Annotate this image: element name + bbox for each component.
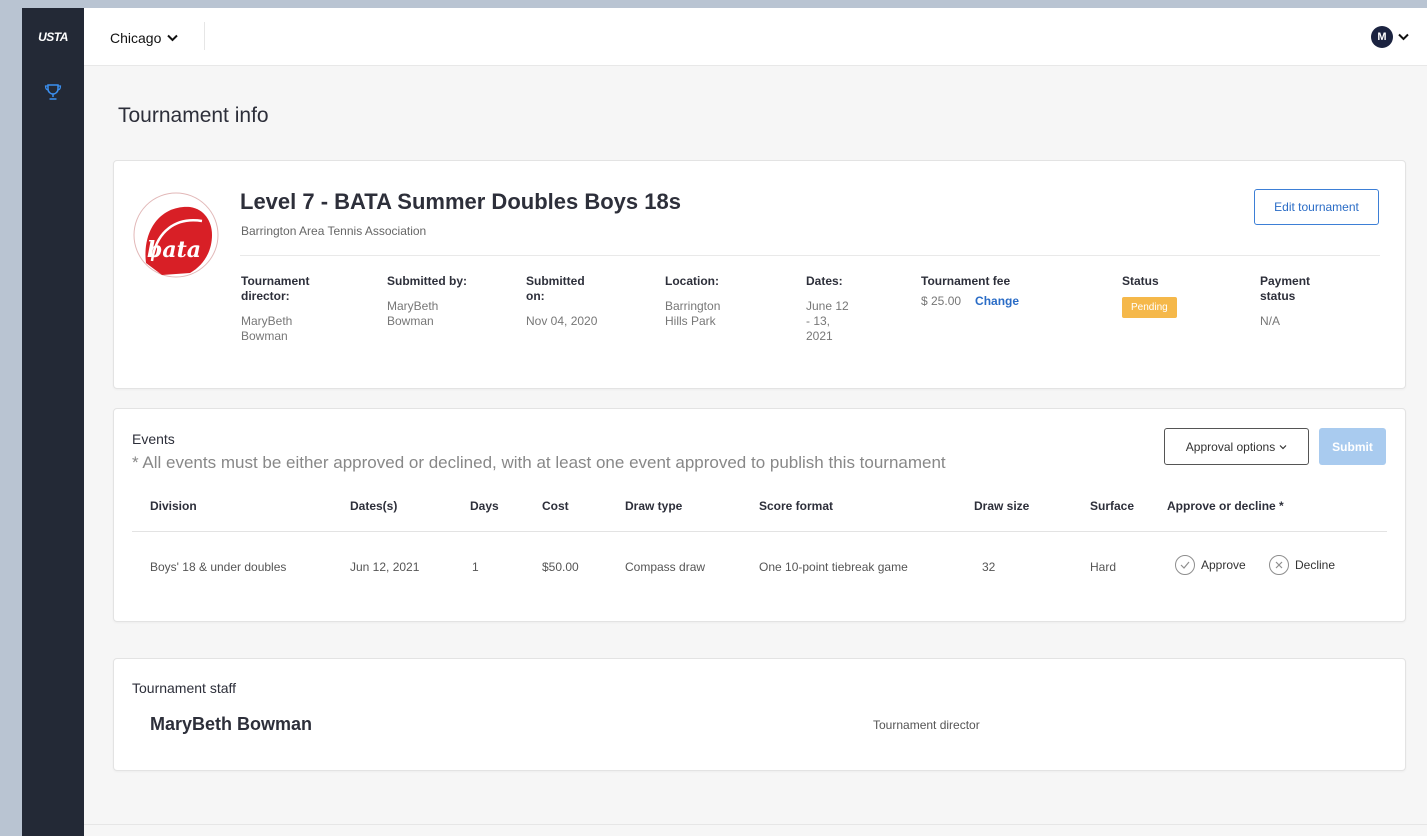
user-menu[interactable]: M <box>1371 26 1409 48</box>
approval-options-label: Approval options <box>1185 439 1276 454</box>
column-header: Days <box>470 499 499 513</box>
meta-value: MaryBeth Bowman <box>387 299 439 328</box>
division-cell: Boys' 18 & under doubles <box>150 560 287 574</box>
status-badge: Pending <box>1122 297 1177 318</box>
approval-options-button[interactable]: Approval options <box>1164 428 1309 465</box>
bata-logo-text: bata <box>147 237 201 263</box>
staff-title: Tournament staff <box>132 680 237 696</box>
cost-cell: $50.00 <box>542 560 579 574</box>
meta-label: Dates: <box>806 274 843 288</box>
meta-label: Submitted by: <box>387 274 467 288</box>
draw-size-cell: 32 <box>982 560 996 574</box>
chevron-down-icon <box>1279 444 1287 449</box>
chevron-down-icon <box>1398 33 1409 41</box>
usta-logo[interactable]: USTA <box>33 30 73 44</box>
events-card: Events * All events must be either appro… <box>113 408 1406 622</box>
tournament-staff-card: Tournament staff MaryBeth Bowman Tournam… <box>113 658 1406 771</box>
surface-cell: Hard <box>1090 560 1117 574</box>
fee-value: $ 25.00 <box>921 294 962 308</box>
bata-logo: bata <box>133 192 219 278</box>
meta-fee: Tournament fee $ 25.00 Change <box>921 274 1081 309</box>
days-cell: 1 <box>472 560 479 574</box>
approve-button[interactable]: Approve <box>1175 555 1246 575</box>
meta-value: Barrington Hills Park <box>665 299 721 328</box>
meta-value: Nov 04, 2020 <box>526 314 598 328</box>
column-header: Approve or decline * <box>1167 499 1284 513</box>
dates-cell: Jun 12, 2021 <box>350 560 420 574</box>
column-header: Cost <box>542 499 569 513</box>
meta-submitted-by: Submitted by: MaryBeth Bowman <box>387 274 467 329</box>
check-icon <box>1175 555 1195 575</box>
score-format-cell: One 10-point tiebreak game <box>759 560 908 574</box>
events-title: Events <box>132 431 175 447</box>
meta-label: Tournament fee <box>921 274 1011 288</box>
column-header: Surface <box>1090 499 1135 513</box>
sidebar: USTA <box>22 8 84 836</box>
table-header: Division Dates(s) Days Cost Draw type Sc… <box>114 499 1405 519</box>
events-note: * All events must be either approved or … <box>132 453 946 472</box>
meta-status: Status Pending <box>1122 274 1202 318</box>
tournament-organization: Barrington Area Tennis Association <box>241 224 427 238</box>
meta-value: MaryBeth Bowman <box>241 314 293 343</box>
top-bar: Chicago M <box>84 8 1427 66</box>
divider <box>84 824 1427 825</box>
close-icon <box>1269 555 1289 575</box>
meta-payment: Payment status N/A <box>1260 274 1340 329</box>
tournament-info-card: bata Level 7 - BATA Summer Doubles Boys … <box>113 160 1406 389</box>
draw-type-cell: Compass draw <box>625 560 706 574</box>
meta-label: Location: <box>665 274 719 288</box>
approve-label: Approve <box>1201 558 1246 572</box>
column-header: Draw size <box>974 499 1030 513</box>
city-label: Chicago <box>110 30 162 46</box>
divider <box>240 255 1380 256</box>
meta-label: Status <box>1122 274 1159 288</box>
divider <box>132 531 1387 532</box>
meta-dates: Dates: June 12 - 13, 2021 <box>806 274 850 344</box>
meta-submitted-on: Submitted on: Nov 04, 2020 <box>526 274 606 329</box>
trophy-icon[interactable] <box>43 82 63 102</box>
column-header: Score format <box>759 499 834 513</box>
column-header: Division <box>150 499 197 513</box>
city-selector[interactable]: Chicago <box>110 28 179 48</box>
edit-tournament-button[interactable]: Edit tournament <box>1254 189 1379 225</box>
decline-label: Decline <box>1295 558 1336 572</box>
meta-label: Payment status <box>1260 274 1311 303</box>
decline-button[interactable]: Decline <box>1269 555 1335 575</box>
meta-value: $ 25.00 Change <box>921 294 1081 309</box>
meta-location: Location: Barrington Hills Park <box>665 274 745 329</box>
meta-label: Tournament director: <box>241 274 310 303</box>
app-frame: USTA Chicago M Tournament info bata Leve… <box>22 8 1427 836</box>
avatar: M <box>1371 26 1393 48</box>
page-title: Tournament info <box>118 104 269 127</box>
change-fee-link[interactable]: Change <box>975 294 1019 308</box>
submit-button[interactable]: Submit <box>1319 428 1386 465</box>
divider <box>204 22 205 50</box>
column-header: Dates(s) <box>350 499 398 513</box>
column-header: Draw type <box>625 499 683 513</box>
meta-value: N/A <box>1260 314 1281 328</box>
chevron-down-icon <box>167 34 179 42</box>
meta-value: June 12 - 13, 2021 <box>806 299 849 343</box>
meta-label: Submitted on: <box>526 274 585 303</box>
staff-role: Tournament director <box>873 718 980 732</box>
staff-name: MaryBeth Bowman <box>150 714 313 734</box>
meta-director: Tournament director: MaryBeth Bowman <box>241 274 331 344</box>
tournament-title: Level 7 - BATA Summer Doubles Boys 18s <box>240 189 681 214</box>
